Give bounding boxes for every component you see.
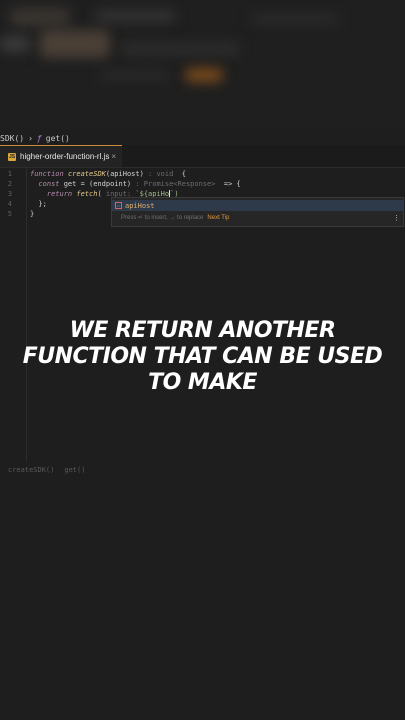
code-text: function createSDK(apiHost) : void {: [30, 169, 186, 179]
blur-shape: [250, 14, 340, 24]
code-text: };: [30, 199, 47, 209]
blurred-header: [0, 0, 405, 128]
gutter-divider: [26, 167, 27, 462]
line-number: 2: [7, 180, 12, 188]
breadcrumb-item-sdk[interactable]: SDK(): [0, 134, 24, 143]
code-token: const: [30, 180, 64, 188]
code-text: const get = (endpoint) : Promise<Respons…: [30, 179, 241, 189]
status-item-get[interactable]: get(): [64, 466, 85, 478]
breadcrumb-item-get[interactable]: get(): [46, 134, 70, 143]
code-token: };: [30, 200, 47, 208]
caption-line: FUNCTION THAT CAN BE USED: [22, 344, 383, 369]
breadcrumb: SDK() › ƒ get(): [0, 131, 70, 145]
autocomplete-footer: Press ↵ to insert, → to replace Next Tip: [121, 214, 229, 222]
autocomplete-item-label: apiHost: [125, 201, 155, 210]
caption-line: WE RETURN ANOTHER: [69, 318, 336, 343]
autocomplete-popup: ▭ apiHost Press ↵ to insert, → to replac…: [111, 197, 404, 227]
variable-icon: ▭: [115, 202, 122, 209]
blur-shape: [0, 36, 30, 52]
autocomplete-item[interactable]: ▭ apiHost: [112, 200, 403, 211]
blur-shape: [120, 42, 240, 56]
tab-higher-order-function[interactable]: JS higher-order-function-rl.js ×: [0, 145, 122, 167]
tab-bar: JS higher-order-function-rl.js ×: [0, 145, 405, 168]
status-item-createsdk[interactable]: createSDK(): [8, 466, 54, 478]
code-token: createSDK: [67, 170, 106, 178]
javascript-file-icon: JS: [8, 152, 16, 161]
blur-shape: [40, 30, 110, 58]
code-token: return: [30, 190, 77, 198]
code-text: }: [30, 209, 34, 219]
line-number: 3: [7, 190, 12, 198]
video-caption: WE RETURN ANOTHER FUNCTION THAT CAN BE U…: [0, 318, 405, 396]
line-number: 5: [7, 210, 12, 218]
autocomplete-hint: Press ↵ to insert, → to replace: [121, 215, 204, 221]
code-token: : void: [143, 170, 182, 178]
code-token: : Promise<Response>: [135, 180, 220, 188]
status-breadcrumb: createSDK() get(): [0, 466, 85, 478]
close-icon[interactable]: ×: [111, 152, 116, 161]
code-token: => {: [219, 180, 241, 188]
line-number: 4: [7, 200, 12, 208]
blur-shape: [185, 68, 223, 82]
line-number: 1: [7, 170, 12, 178]
caption-line: TO MAKE: [148, 370, 257, 395]
code-token: }: [30, 210, 35, 218]
code-token: function: [30, 170, 68, 178]
function-icon: ƒ: [36, 133, 42, 143]
more-options-icon[interactable]: ⋮: [393, 214, 400, 222]
blur-shape: [100, 70, 170, 80]
next-tip-link[interactable]: Next Tip: [207, 215, 229, 221]
code-token: get = (endpoint): [63, 180, 136, 188]
blur-shape: [95, 10, 175, 22]
breadcrumb-separator: ›: [28, 133, 33, 143]
code-token: {: [181, 170, 186, 178]
tab-filename: higher-order-function-rl.js: [20, 152, 110, 161]
code-token: (: [97, 190, 106, 198]
blur-shape: [10, 8, 70, 26]
code-token: fetch: [76, 190, 98, 198]
code-token: (apiHost): [105, 170, 144, 178]
